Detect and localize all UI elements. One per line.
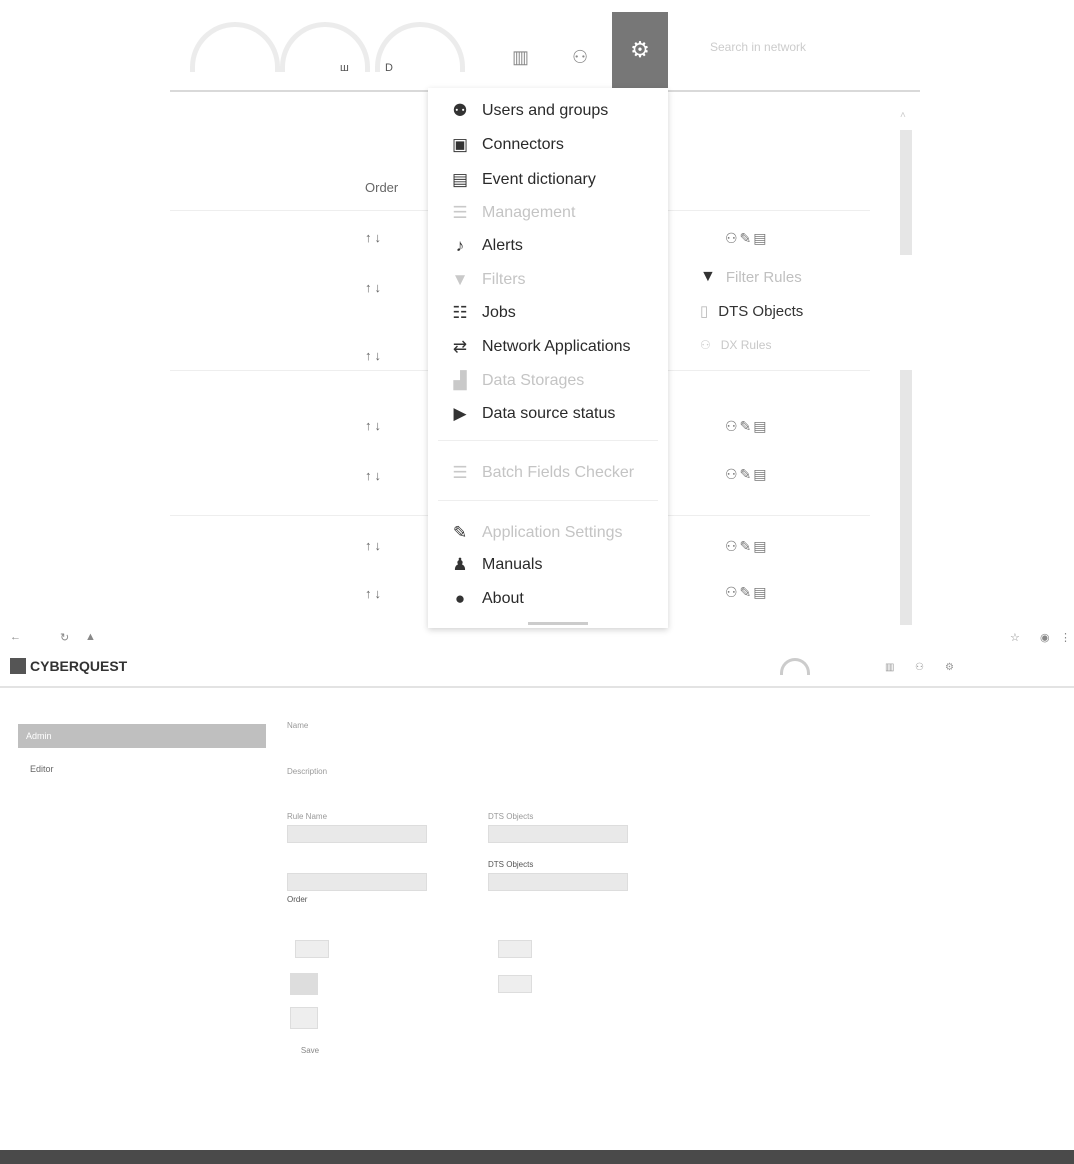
row-order-arrows[interactable]: ↑↓ (365, 538, 384, 553)
menu-item-application-settings[interactable]: ✎ Application Settings (450, 520, 623, 546)
warning-icon: ▲ (85, 631, 96, 643)
menu-item-network-applications[interactable]: ⇄ Network Applications (450, 334, 631, 360)
menu-item-users-and-groups[interactable]: ⚉ Users and groups (450, 98, 608, 124)
row-order-arrows[interactable]: ↑↓ (365, 348, 384, 363)
dts-objects-label: DTS Objects (488, 860, 534, 869)
row-order-arrows[interactable]: ↑↓ (365, 586, 384, 601)
info-globe-icon: ● (454, 589, 466, 608)
play-circle-icon: ▶ (453, 404, 467, 423)
account-icon[interactable]: ◉ (1040, 631, 1050, 644)
checkbox[interactable] (290, 973, 318, 995)
row-actions[interactable]: ⚇✎▤ (725, 418, 769, 435)
menu-item-management[interactable]: ☰ Management (450, 200, 575, 226)
menu-item-about[interactable]: ● About (450, 586, 524, 612)
settings-button[interactable]: ⚙ (612, 12, 668, 88)
scrollbar[interactable] (900, 130, 912, 255)
storage-icon: ▟ (453, 371, 467, 390)
dts-objects-input[interactable] (488, 825, 628, 843)
row-actions[interactable]: ⚇✎▤ (725, 466, 769, 483)
connector-icon: ▣ (451, 135, 469, 154)
gauge-widget (190, 22, 280, 72)
tasks-icon: ☷ (452, 303, 468, 322)
description-label: Description (287, 767, 328, 776)
scroll-up-icon[interactable]: ˄ (900, 110, 906, 121)
search-input[interactable]: Search in network (710, 40, 806, 54)
book-icon: ▤ (451, 170, 469, 189)
reader-icon: ♟ (452, 555, 468, 574)
logo-icon (10, 658, 26, 674)
edit-form: Name Description Rule Name DTS Objects D… (285, 715, 705, 1075)
back-icon[interactable]: ← (10, 631, 21, 643)
chart-icon[interactable]: ▥ (512, 47, 529, 68)
filter-rules-link[interactable]: ▼ Filter Rules (700, 268, 802, 286)
menu-item-event-dictionary[interactable]: ▤ Event dictionary (450, 167, 596, 193)
row-actions[interactable]: ⚇✎▤ (725, 230, 769, 247)
gauge-widget (780, 658, 810, 675)
gear-icon[interactable]: ⚙ (945, 662, 954, 673)
checkbox[interactable] (290, 1007, 318, 1029)
menu-item-batch-fields-checker[interactable]: ☰ Batch Fields Checker (450, 460, 634, 486)
browser-bar: ← ↻ ▲ ☆ ◉ ⋮ (0, 628, 1074, 650)
dts-objects-select[interactable] (488, 873, 628, 891)
menu-item-data-storages[interactable]: ▟ Data Storages (450, 368, 584, 394)
menu-item-jobs[interactable]: ☷ Jobs (450, 300, 515, 326)
menu-item-filters[interactable]: ▼ Filters (450, 267, 526, 293)
nav-item-active[interactable]: Admin (18, 724, 266, 748)
scrollbar[interactable] (900, 370, 912, 625)
list-icon: ☰ (452, 203, 468, 222)
menu-item-connectors[interactable]: ▣ Connectors (450, 132, 564, 158)
bell-icon: ♪ (455, 236, 465, 255)
brand-logo[interactable]: CYBERQUEST (10, 658, 127, 674)
user-icon[interactable]: ⚇ (572, 47, 588, 68)
save-button[interactable]: Save (293, 1043, 327, 1061)
gauge-label: D (385, 62, 393, 74)
menu-item-alerts[interactable]: ♪ Alerts (450, 233, 523, 259)
order-header[interactable]: Order (365, 180, 398, 195)
dts-objects-link[interactable]: ▯ DTS Objects (700, 302, 803, 321)
row-order-arrows[interactable]: ↑↓ (365, 280, 384, 295)
rule-name-label: Rule Name (287, 812, 328, 821)
menu-icon[interactable]: ⋮ (1060, 631, 1071, 644)
toggle-button[interactable] (498, 940, 532, 958)
users-icon: ⚉ (452, 101, 468, 120)
app-header: CYBERQUEST ▥ ⚇ ⚙ (0, 652, 1074, 688)
nav-item[interactable]: Editor (30, 764, 54, 774)
gear-icon: ⚙ (630, 37, 650, 62)
left-nav-panel: Admin Editor (0, 688, 270, 1148)
database-icon: ☰ (452, 463, 468, 482)
rule-name-input[interactable] (287, 825, 427, 843)
row-order-arrows[interactable]: ↑↓ (365, 468, 384, 483)
filter-icon: ▼ (451, 270, 469, 289)
row-actions[interactable]: ⚇✎▤ (725, 538, 769, 555)
user-icon[interactable]: ⚇ (915, 662, 924, 673)
chart-icon[interactable]: ▥ (885, 662, 894, 673)
menu-item-manuals[interactable]: ♟ Manuals (450, 552, 542, 578)
settings-dropdown-menu: ⚉ Users and groups ▣ Connectors ▤ Event … (428, 88, 668, 628)
gauge-widget (280, 22, 370, 72)
row-actions[interactable]: ⚇✎▤ (725, 584, 769, 601)
scroll-indicator (528, 622, 588, 625)
wrench-icon: ✎ (452, 523, 468, 542)
star-icon[interactable]: ☆ (1010, 631, 1020, 644)
filter-icon: ▼ (700, 268, 716, 285)
toggle-button[interactable] (295, 940, 329, 958)
name-label: Name (287, 721, 309, 730)
select-input[interactable] (287, 873, 427, 891)
row-order-arrows[interactable]: ↑↓ (365, 418, 384, 433)
status-bar (0, 1150, 1074, 1164)
dts-objects-label: DTS Objects (488, 812, 534, 821)
reload-icon[interactable]: ↻ (60, 631, 69, 644)
menu-item-data-source-status[interactable]: ▶ Data source status (450, 401, 615, 427)
row-order-arrows[interactable]: ↑↓ (365, 230, 384, 245)
top-toolbar: ш D ▥ ⚇ ⚙ Search in network (170, 12, 920, 92)
exchange-icon: ⇄ (452, 337, 468, 356)
user-icon: ⚇ (700, 338, 711, 352)
toggle-button[interactable] (498, 975, 532, 993)
order-label: Order (287, 895, 308, 904)
gauge-label: ш (340, 62, 349, 74)
dx-rules-link[interactable]: ⚇ DX Rules (700, 338, 771, 352)
document-icon: ▯ (700, 303, 709, 320)
